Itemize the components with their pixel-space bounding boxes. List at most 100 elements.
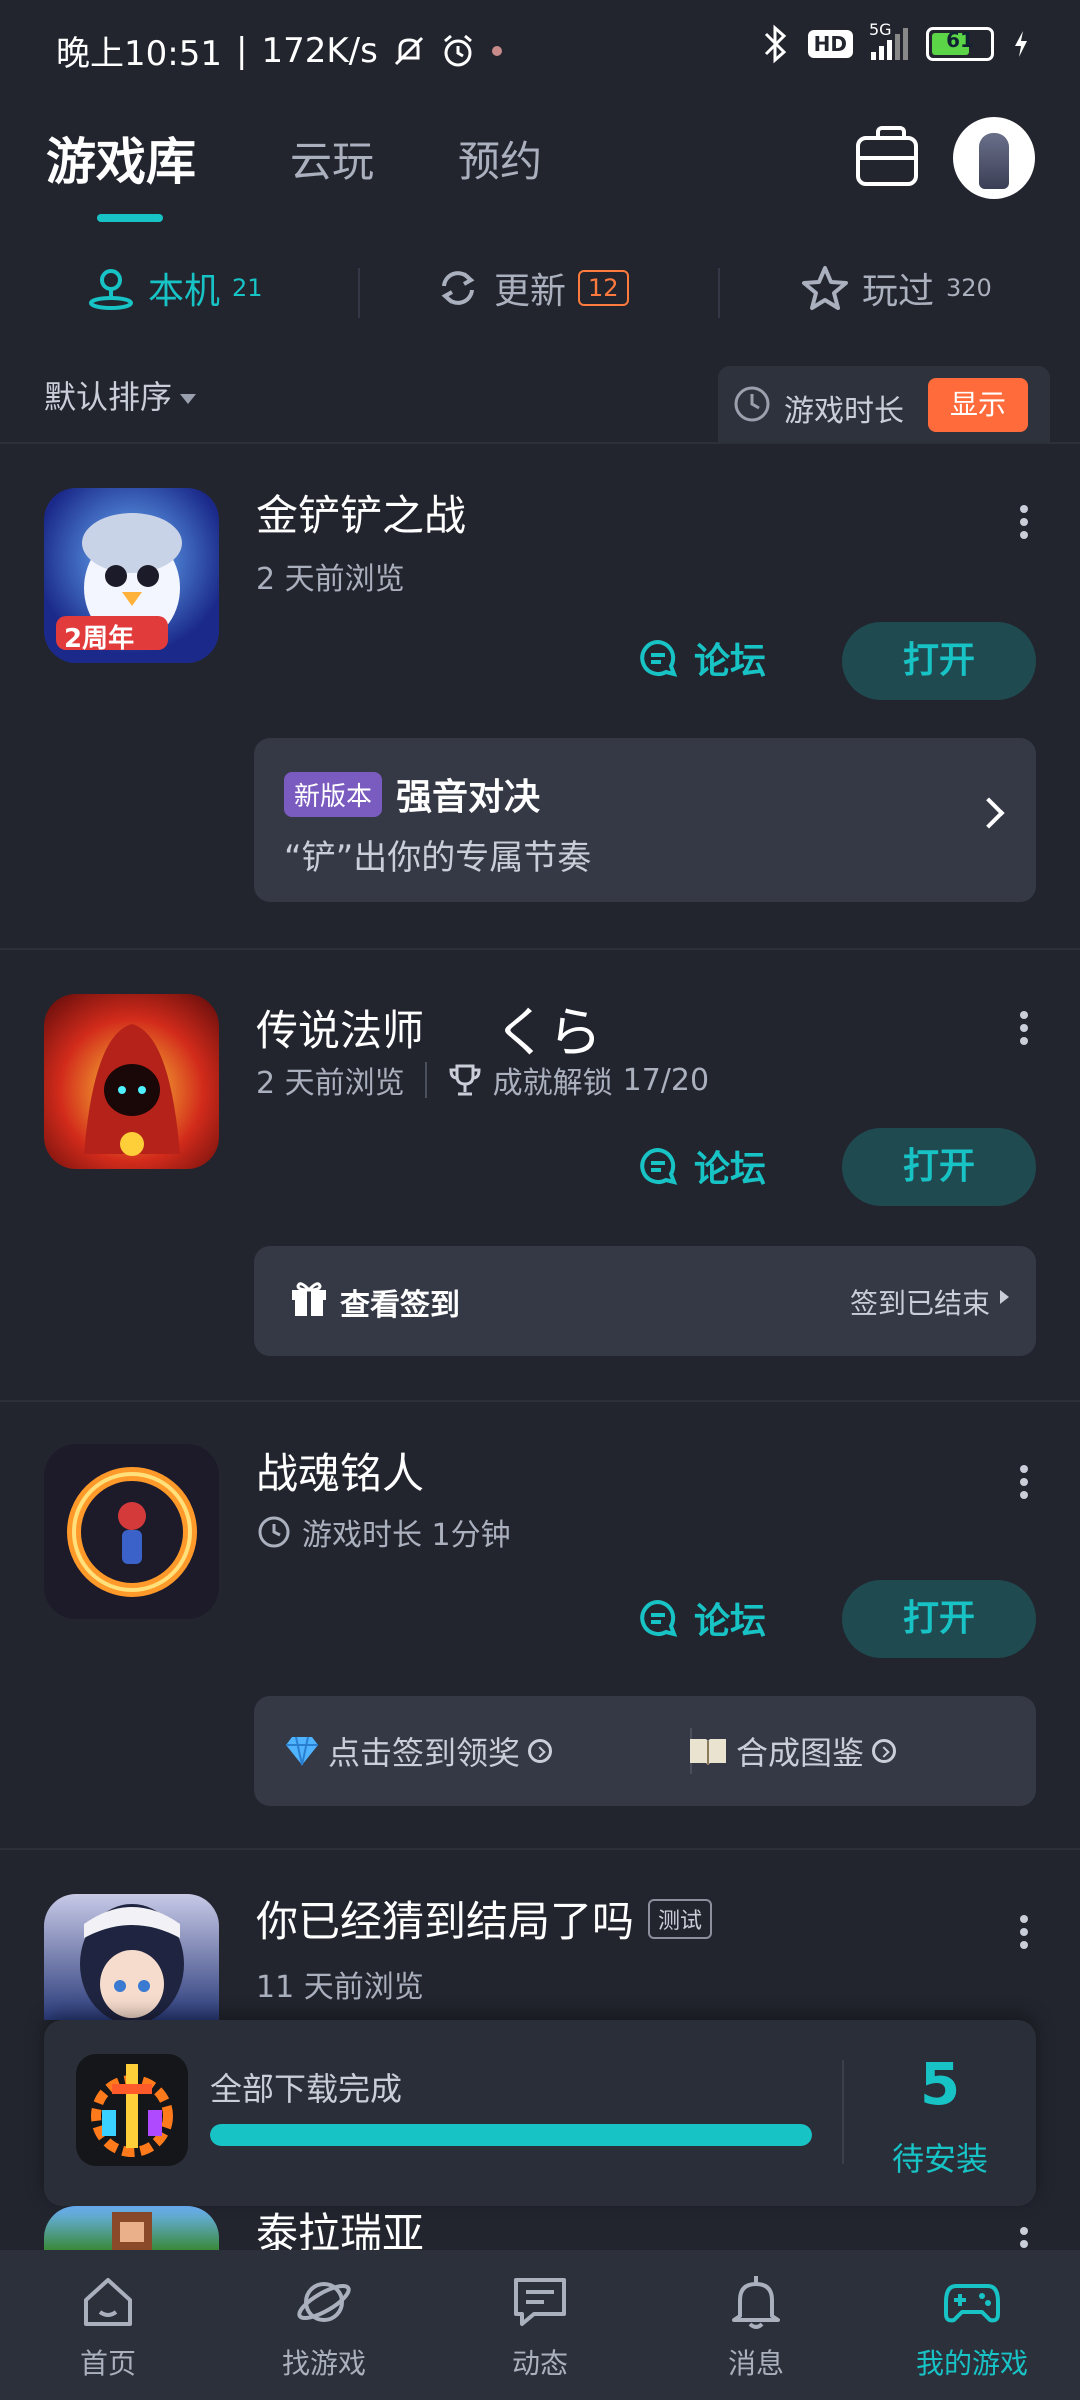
playtime-label: 游戏时长 bbox=[784, 394, 904, 429]
download-progress-track bbox=[210, 2124, 812, 2146]
download-status-label: 全部下载完成 bbox=[210, 2070, 403, 2108]
segment-update[interactable]: 更新 12 bbox=[434, 262, 629, 314]
open-button[interactable]: 打开 bbox=[842, 622, 1036, 700]
signal-icon: 5G bbox=[869, 20, 908, 60]
sign-in-panel[interactable]: 查看签到 签到已结束 bbox=[254, 1246, 1036, 1356]
achievement-value: 17/20 bbox=[622, 1062, 710, 1098]
forum-button[interactable]: 论坛 bbox=[636, 632, 766, 684]
segment-local-label: 本机 bbox=[148, 271, 221, 312]
battery-level: 61 bbox=[946, 28, 974, 52]
game-title: 你已经猜到结局了吗 bbox=[256, 1897, 635, 1946]
status-left: 晚上10:51 | 172K/s bbox=[56, 26, 504, 75]
game-title[interactable]: 金铲铲之战 bbox=[256, 482, 466, 543]
status-net-speed: 172K/s bbox=[261, 30, 378, 71]
sign-in-reward-link[interactable]: 点击签到领奖 bbox=[284, 1728, 553, 1774]
sign-in-reward-label: 点击签到领奖 bbox=[328, 1734, 521, 1772]
tab-cloud-play[interactable]: 云玩 bbox=[290, 128, 374, 189]
forum-icon bbox=[640, 1599, 678, 1637]
codex-label: 合成图鉴 bbox=[736, 1734, 865, 1772]
game-title-row[interactable]: 你已经猜到结局了吗 测试 bbox=[256, 1888, 713, 1949]
segment-played[interactable]: 玩过 320 bbox=[800, 262, 992, 314]
segment-local[interactable]: 本机 21 bbox=[86, 262, 263, 314]
alarm-icon bbox=[443, 34, 472, 66]
hd-badge: HD bbox=[807, 30, 853, 58]
notification-dot-icon bbox=[491, 45, 502, 56]
caret-down-icon bbox=[180, 394, 197, 404]
bell-icon bbox=[732, 2276, 780, 2329]
more-options-icon[interactable] bbox=[1020, 1006, 1030, 1050]
book-icon bbox=[690, 1739, 726, 1765]
segment-divider bbox=[718, 268, 720, 318]
banner-title-row: 新版本 强音对决 bbox=[284, 768, 540, 820]
status-separator: | bbox=[235, 30, 248, 71]
nav-my-games-label: 我的游戏 bbox=[915, 2347, 1028, 2380]
tab-reservation[interactable]: 预约 bbox=[458, 128, 542, 189]
sword-gear-icon bbox=[91, 2064, 173, 2157]
divider bbox=[0, 1848, 1080, 1850]
nav-find-games[interactable]: 找游戏 bbox=[216, 2250, 432, 2400]
divider bbox=[0, 1400, 1080, 1402]
game-icon-soul-knight-prequel[interactable] bbox=[44, 1444, 219, 1619]
caret-right-icon bbox=[1000, 1290, 1009, 1304]
hooded-wizard-icon bbox=[84, 1024, 180, 1156]
terraria-character-icon bbox=[112, 2212, 152, 2250]
game-title-row[interactable]: 传说法师 くら bbox=[256, 988, 602, 1067]
game-icon-jinchanchan[interactable]: 2周年 bbox=[44, 488, 219, 663]
game-title[interactable]: 战魂铭人 bbox=[256, 1440, 424, 1501]
more-options-icon[interactable] bbox=[1020, 2222, 1030, 2253]
download-progress-fill bbox=[210, 2124, 812, 2146]
toolbox-icon[interactable] bbox=[856, 126, 918, 186]
nav-feed[interactable]: 动态 bbox=[432, 2250, 648, 2400]
nav-messages[interactable]: 消息 bbox=[648, 2250, 864, 2400]
game-title: 传说法师 bbox=[256, 1006, 425, 1055]
forum-icon bbox=[640, 1147, 678, 1185]
nav-home[interactable]: 首页 bbox=[0, 2250, 216, 2400]
game-icon-terraria[interactable] bbox=[44, 2206, 219, 2250]
game-subtitle: 11 天前浏览 bbox=[256, 1970, 424, 2005]
status-time: 晚上10:51 bbox=[56, 34, 222, 74]
avatar[interactable] bbox=[953, 117, 1035, 199]
pending-install-label[interactable]: 待安装 bbox=[844, 2134, 1036, 2180]
more-options-icon[interactable] bbox=[1020, 500, 1030, 544]
show-playtime-button[interactable]: 显示 bbox=[928, 378, 1028, 432]
forum-label: 论坛 bbox=[694, 1601, 767, 1642]
fire-ring-icon bbox=[67, 1467, 197, 1597]
more-options-icon[interactable] bbox=[1020, 1910, 1030, 1954]
download-status-bar[interactable]: 全部下载完成 5 待安装 bbox=[44, 2020, 1036, 2206]
forum-label: 论坛 bbox=[694, 641, 767, 682]
forum-button[interactable]: 论坛 bbox=[636, 1140, 766, 1192]
star-icon bbox=[802, 266, 848, 310]
game-icon-legend-wizard[interactable] bbox=[44, 994, 219, 1169]
bottom-nav: 首页 找游戏 动态 消息 我的游戏 bbox=[0, 2250, 1080, 2400]
tab-active-indicator bbox=[97, 214, 163, 222]
pending-install-count[interactable]: 5 bbox=[844, 2050, 1036, 2118]
network-label: 5G bbox=[869, 20, 892, 39]
nav-my-games[interactable]: 我的游戏 bbox=[864, 2250, 1080, 2400]
anime-girl-icon bbox=[80, 1904, 184, 2020]
segment-update-count: 12 bbox=[578, 270, 629, 306]
segment-local-count: 21 bbox=[232, 274, 263, 302]
sort-dropdown[interactable]: 默认排序 bbox=[44, 372, 197, 418]
chat-icon bbox=[514, 2278, 566, 2326]
arrow-circle-icon bbox=[872, 1739, 897, 1763]
game-icon-ending-guess[interactable] bbox=[44, 1894, 219, 2020]
gamepad-icon bbox=[944, 2284, 1000, 2323]
refresh-icon bbox=[441, 271, 475, 305]
banner-desc: “铲”出你的专属节奏 bbox=[284, 838, 592, 878]
segment-tabs: 本机 21 更新 12 玩过 320 bbox=[0, 240, 1080, 340]
open-button[interactable]: 打开 bbox=[842, 1128, 1036, 1206]
more-options-icon[interactable] bbox=[1020, 1460, 1030, 1504]
trophy-icon bbox=[449, 1064, 481, 1096]
test-tag: 测试 bbox=[648, 1898, 713, 1939]
open-button[interactable]: 打开 bbox=[842, 1580, 1036, 1658]
forum-button[interactable]: 论坛 bbox=[636, 1592, 766, 1644]
new-version-banner[interactable]: 新版本 强音对决 “铲”出你的专属节奏 bbox=[254, 738, 1036, 902]
codex-link[interactable]: 合成图鉴 bbox=[688, 1728, 897, 1774]
avatar-figure bbox=[979, 133, 1009, 189]
status-right: HD 5G 61 bbox=[760, 20, 1030, 64]
divider bbox=[0, 948, 1080, 950]
tab-game-library[interactable]: 游戏库 bbox=[46, 122, 196, 194]
achievement-label: 成就解锁 bbox=[492, 1066, 613, 1101]
subtitle-divider bbox=[424, 1062, 427, 1098]
planet-icon bbox=[297, 2282, 351, 2322]
